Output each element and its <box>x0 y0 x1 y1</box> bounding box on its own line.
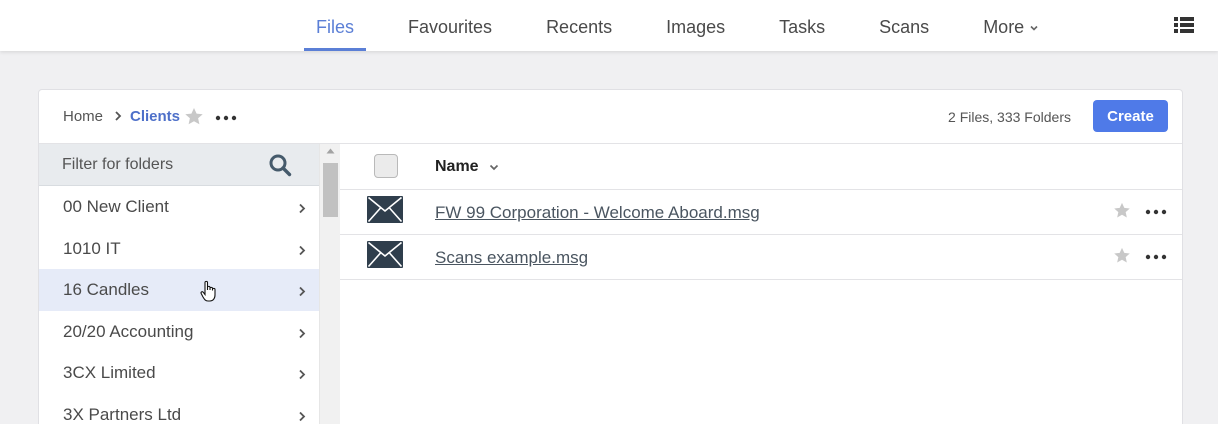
folder-label: 3CX Limited <box>63 363 156 382</box>
tab-scans[interactable]: Scans <box>867 0 941 51</box>
search-icon[interactable] <box>268 153 292 177</box>
top-navigation-bar: Files Favourites Recents Images Tasks Sc… <box>0 0 1218 51</box>
folder-item[interactable]: 3CX Limited <box>39 352 319 394</box>
star-icon[interactable] <box>184 107 204 126</box>
folder-item[interactable]: 1010 IT <box>39 228 319 270</box>
folder-label: 00 New Client <box>63 197 169 216</box>
chevron-right-icon <box>299 245 306 255</box>
file-name-link[interactable]: Scans example.msg <box>435 248 588 268</box>
folder-item[interactable]: 16 Candles <box>39 269 319 311</box>
folder-label: 3X Partners Ltd <box>63 404 182 424</box>
create-button[interactable]: Create <box>1093 100 1168 132</box>
folder-list: 00 New Client 1010 IT 16 Candles 20/20 A… <box>39 186 319 424</box>
tab-files[interactable]: Files <box>304 0 367 51</box>
file-row[interactable]: FW 99 Corporation - Welcome Aboard.msg <box>340 190 1182 235</box>
star-icon[interactable] <box>1113 247 1131 264</box>
more-options-icon[interactable] <box>1144 205 1168 219</box>
sort-chevron-down-icon[interactable] <box>489 164 499 171</box>
files-card: Home Clients 2 Files, 333 Folders Create… <box>38 89 1183 424</box>
chevron-right-icon <box>115 111 122 121</box>
folder-item[interactable]: 3X Partners Ltd <box>39 394 319 424</box>
tab-tasks-label: Tasks <box>779 17 826 37</box>
folder-item[interactable]: 20/20 Accounting <box>39 311 319 353</box>
tab-favourites[interactable]: Favourites <box>396 0 504 51</box>
tab-more-label: More <box>971 0 1050 55</box>
star-icon[interactable] <box>1113 202 1131 219</box>
name-column-header[interactable]: Name <box>435 158 479 176</box>
more-options-icon[interactable] <box>1144 250 1168 264</box>
tab-images[interactable]: Images <box>654 0 737 51</box>
folder-label: 1010 IT <box>63 238 121 258</box>
scrollbar-thumb[interactable] <box>323 163 338 217</box>
chevron-down-icon <box>1030 26 1038 31</box>
folder-filter <box>39 144 319 186</box>
folder-label: 20/20 Accounting <box>63 321 194 341</box>
breadcrumb-current[interactable]: Clients <box>130 108 180 125</box>
scroll-up-arrow-icon[interactable] <box>326 148 335 154</box>
tab-more[interactable]: More <box>971 0 1050 51</box>
tab-files-label: Files <box>316 17 355 37</box>
more-options-icon[interactable] <box>214 111 238 125</box>
email-icon <box>367 241 403 268</box>
card-header: Home Clients 2 Files, 333 Folders Create <box>39 90 1182 144</box>
list-view-icon[interactable] <box>1174 16 1194 34</box>
breadcrumb-home[interactable]: Home <box>63 108 103 125</box>
email-icon <box>367 196 403 223</box>
tab-tasks[interactable]: Tasks <box>767 0 837 51</box>
tab-favourites-label: Favourites <box>408 17 493 37</box>
chevron-right-icon <box>299 411 306 421</box>
file-row[interactable]: Scans example.msg <box>340 235 1182 280</box>
tab-scans-label: Scans <box>879 17 930 37</box>
chevron-right-icon <box>299 286 306 297</box>
folder-pane: 00 New Client 1010 IT 16 Candles 20/20 A… <box>39 144 319 424</box>
file-list-header: Name <box>340 144 1182 190</box>
folder-filter-input[interactable] <box>39 144 269 186</box>
folder-scrollbar[interactable] <box>319 144 340 424</box>
main-nav: Files Favourites Recents Images Tasks Sc… <box>304 0 1080 51</box>
hand-cursor-icon <box>200 280 216 302</box>
chevron-right-icon <box>299 369 306 380</box>
folder-label: 16 Candles <box>63 280 150 299</box>
file-list-pane: Name FW 99 Corporation - Welcome Aboard.… <box>340 144 1182 424</box>
tab-images-label: Images <box>666 17 726 37</box>
folder-item[interactable]: 00 New Client <box>39 186 319 228</box>
chevron-right-icon <box>299 203 306 214</box>
files-folders-count: 2 Files, 333 Folders <box>948 109 1071 125</box>
select-all-checkbox[interactable] <box>374 154 398 178</box>
tab-more-text: More <box>983 17 1025 37</box>
tab-recents[interactable]: Recents <box>534 0 624 51</box>
file-name-link[interactable]: FW 99 Corporation - Welcome Aboard.msg <box>435 203 760 223</box>
chevron-right-icon <box>299 328 306 338</box>
tab-recents-label: Recents <box>546 17 613 37</box>
